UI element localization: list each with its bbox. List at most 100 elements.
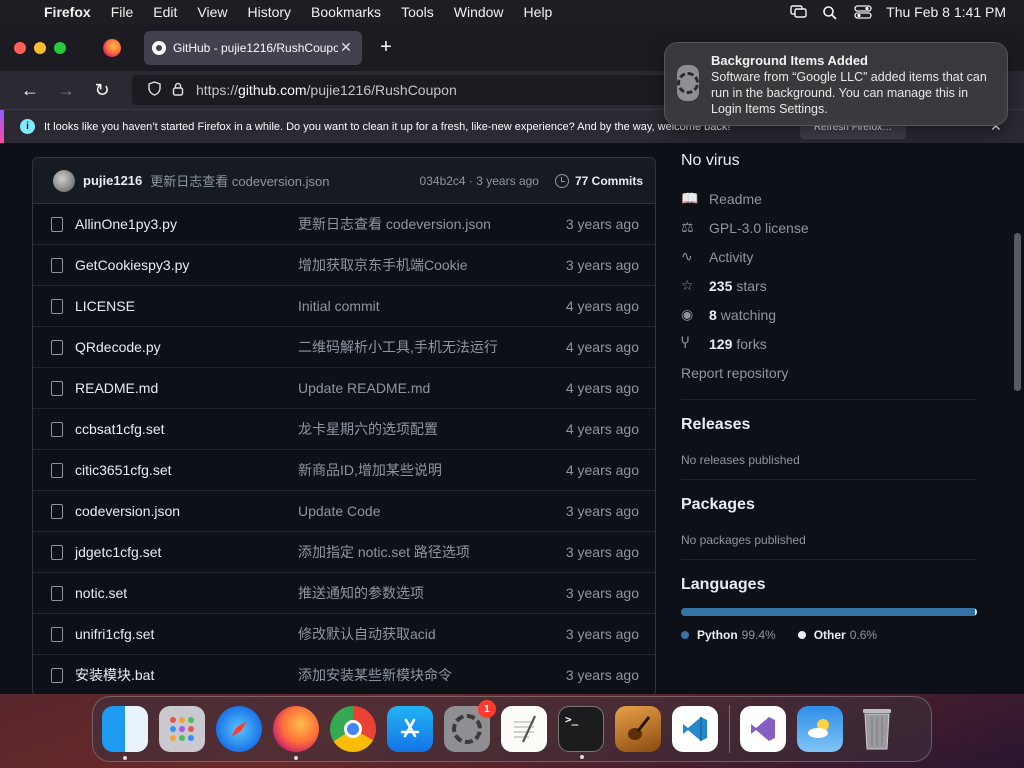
- file-name-link[interactable]: LICENSE: [75, 298, 298, 314]
- file-name-link[interactable]: notic.set: [75, 585, 298, 601]
- file-commit-message-link[interactable]: 新商品ID,增加某些说明: [298, 460, 566, 480]
- table-row[interactable]: README.md Update README.md 4 years ago: [33, 368, 655, 409]
- menubar-clock[interactable]: Thu Feb 8 1:41 PM: [886, 4, 1006, 20]
- firefox-view-button[interactable]: [92, 38, 132, 57]
- lock-icon[interactable]: [166, 82, 190, 99]
- file-name-link[interactable]: unifri1cfg.set: [75, 626, 298, 642]
- table-row[interactable]: QRdecode.py 二维码解析小工具,手机无法运行 4 years ago: [33, 327, 655, 368]
- menu-file[interactable]: File: [101, 4, 144, 20]
- file-icon: [51, 667, 63, 683]
- commits-link[interactable]: 77 Commits: [554, 173, 643, 188]
- dock-launchpad-icon[interactable]: [159, 706, 205, 752]
- dock-weather-icon[interactable]: [797, 706, 843, 752]
- sidebar-link-book[interactable]: 📖 Readme: [681, 184, 977, 213]
- table-row[interactable]: jdgetc1cfg.set 添加指定 notic.set 路径选项 3 years…: [33, 532, 655, 573]
- table-row[interactable]: GetCookiespy3.py 增加获取京东手机端Cookie 3 years a…: [33, 245, 655, 286]
- sidebar-link-pulse[interactable]: ∿ Activity: [681, 242, 977, 271]
- avatar[interactable]: [53, 169, 75, 192]
- dock-garageband-icon[interactable]: [615, 706, 661, 752]
- dock-textedit-icon[interactable]: [501, 706, 547, 752]
- table-row[interactable]: codeversion.json Update Code 3 years ago: [33, 491, 655, 532]
- packages-heading[interactable]: Packages: [681, 496, 977, 514]
- file-name-link[interactable]: 安装模块.bat: [75, 665, 298, 685]
- file-icon: [51, 503, 63, 519]
- releases-heading[interactable]: Releases: [681, 416, 977, 434]
- report-repository-link[interactable]: Report repository: [681, 358, 977, 387]
- language-python[interactable]: Python 99.4%: [681, 628, 776, 642]
- file-commit-message-link[interactable]: Initial commit: [298, 298, 566, 314]
- commit-hash-time[interactable]: 034b2c4 · 3 years ago: [420, 174, 539, 188]
- dock-vscode-icon[interactable]: [672, 706, 718, 752]
- file-commit-age: 3 years ago: [565, 503, 639, 519]
- file-commit-message-link[interactable]: 增加获取京东手机端Cookie: [298, 255, 566, 275]
- dock-trash-icon[interactable]: [854, 706, 900, 752]
- language-other[interactable]: Other 0.6%: [797, 628, 877, 642]
- table-row[interactable]: notic.set 推送通知的参数选项 3 years ago: [33, 573, 655, 614]
- zoom-window-button[interactable]: [54, 41, 66, 54]
- forward-button[interactable]: →: [48, 80, 84, 101]
- file-commit-age: 3 years ago: [565, 257, 639, 273]
- dock-visual-studio-icon[interactable]: [740, 706, 786, 752]
- control-center-icon[interactable]: [854, 5, 872, 19]
- table-row[interactable]: unifri1cfg.set 修改默认自动获取acid 3 years ago: [33, 614, 655, 655]
- close-window-button[interactable]: [14, 41, 26, 54]
- file-commit-message-link[interactable]: 修改默认自动获取acid: [298, 624, 566, 644]
- file-commit-message-link[interactable]: 推送通知的参数选项: [298, 583, 566, 603]
- minimize-window-button[interactable]: [34, 41, 46, 54]
- menu-view[interactable]: View: [187, 4, 237, 20]
- menu-history[interactable]: History: [237, 4, 301, 20]
- table-row[interactable]: ccbsat1cfg.set 龙卡星期六的选项配置 4 years ago: [33, 409, 655, 450]
- table-row[interactable]: AllinOne1py3.py 更新日志查看 codeversion.json 3 …: [33, 204, 655, 245]
- sidebar-link-fork[interactable]: Ⴤ 129 forks: [681, 329, 977, 358]
- menu-window[interactable]: Window: [444, 4, 514, 20]
- table-row[interactable]: 安装模块.bat 添加安装某些新模块命令 3 years ago: [33, 655, 655, 694]
- sidebar-link-eye[interactable]: ◉ 8 watching: [681, 300, 977, 329]
- file-commit-message-link[interactable]: 更新日志查看 codeversion.json: [298, 214, 566, 234]
- table-row[interactable]: LICENSE Initial commit 4 years ago: [33, 286, 655, 327]
- menu-edit[interactable]: Edit: [143, 4, 187, 20]
- menu-bookmarks[interactable]: Bookmarks: [301, 4, 391, 20]
- new-tab-button[interactable]: +: [368, 36, 404, 59]
- file-commit-message-link[interactable]: Update README.md: [298, 380, 566, 396]
- tracking-protection-shield-icon[interactable]: [142, 81, 166, 99]
- menu-help[interactable]: Help: [514, 4, 563, 20]
- file-name-link[interactable]: README.md: [75, 380, 298, 396]
- file-name-link[interactable]: QRdecode.py: [75, 339, 298, 355]
- sidebar-link-star[interactable]: ☆ 235 stars: [681, 271, 977, 300]
- file-commit-message-link[interactable]: 添加安装某些新模块命令: [298, 665, 566, 685]
- file-name-link[interactable]: jdgetc1cfg.set: [75, 544, 298, 560]
- file-commit-message-link[interactable]: 添加指定 notic.set 路径选项: [298, 542, 566, 562]
- scrollbar-thumb[interactable]: [1014, 233, 1021, 391]
- commit-author-link[interactable]: pujie1216: [83, 173, 142, 188]
- menu-tools[interactable]: Tools: [391, 4, 444, 20]
- file-commit-message-link[interactable]: Update Code: [298, 503, 566, 519]
- back-button[interactable]: ←: [12, 80, 48, 101]
- menu-app-name[interactable]: Firefox: [38, 4, 101, 20]
- file-name-link[interactable]: GetCookiespy3.py: [75, 257, 298, 273]
- url-bar[interactable]: https://github.com/pujie1216/RushCoupon: [132, 75, 752, 105]
- file-name-link[interactable]: citic3651cfg.set: [75, 462, 298, 478]
- dock-finder-icon[interactable]: [102, 706, 148, 760]
- page-scrollbar[interactable]: [1012, 151, 1024, 694]
- dock-safari-icon[interactable]: [216, 706, 262, 752]
- reload-button[interactable]: ↻: [84, 80, 120, 101]
- sidebar-link-scale[interactable]: ⚖ GPL-3.0 license: [681, 213, 977, 242]
- dock-firefox-icon[interactable]: [273, 706, 319, 760]
- file-name-link[interactable]: codeversion.json: [75, 503, 298, 519]
- file-name-link[interactable]: AllinOne1py3.py: [75, 216, 298, 232]
- dock-terminal-icon[interactable]: >_: [558, 706, 604, 759]
- screen-mirroring-icon[interactable]: [790, 5, 808, 19]
- commit-message-link[interactable]: 更新日志查看 codeversion.json: [150, 171, 419, 190]
- spotlight-search-icon[interactable]: [822, 5, 840, 20]
- dock-chrome-icon[interactable]: [330, 706, 376, 752]
- dock-app-store-icon[interactable]: [387, 706, 433, 752]
- background-items-notification[interactable]: Background Items Added Software from “Go…: [664, 42, 1008, 126]
- tab-github-rushcoupon[interactable]: GitHub - pujie1216/RushCoupon ✕: [144, 30, 362, 65]
- close-tab-icon[interactable]: ✕: [338, 39, 354, 56]
- url-text: https://github.com/pujie1216/RushCoupon: [196, 82, 457, 98]
- table-row[interactable]: citic3651cfg.set 新商品ID,增加某些说明 4 years ago: [33, 450, 655, 491]
- dock-system-settings-icon[interactable]: 1: [444, 700, 496, 752]
- file-commit-message-link[interactable]: 二维码解析小工具,手机无法运行: [298, 337, 566, 357]
- file-commit-message-link[interactable]: 龙卡星期六的选项配置: [298, 419, 566, 439]
- file-name-link[interactable]: ccbsat1cfg.set: [75, 421, 298, 437]
